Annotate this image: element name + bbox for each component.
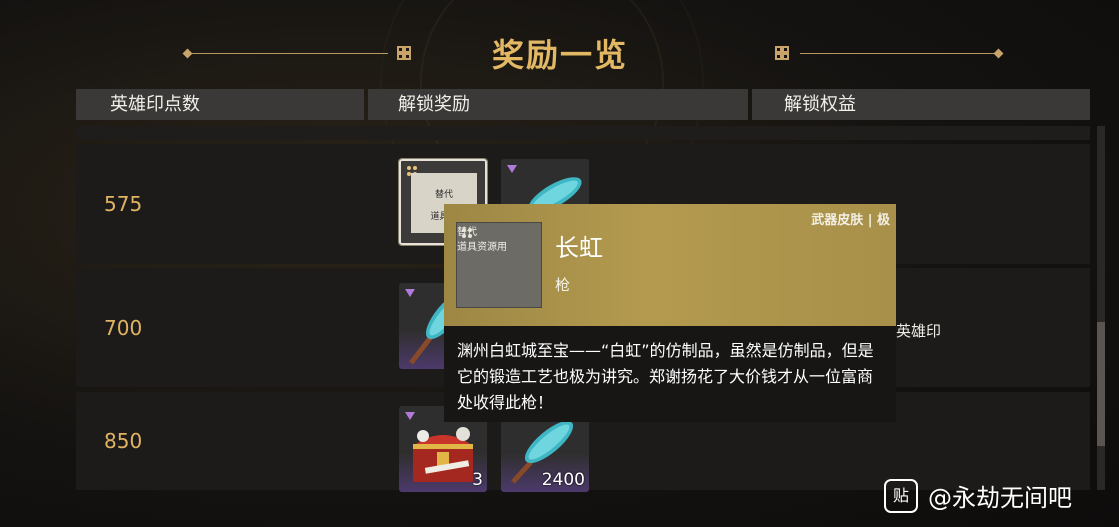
item-count: 2400 [541, 470, 585, 490]
row-benefit: 英雄印 [896, 322, 942, 340]
page-title: 奖励一览 [491, 36, 628, 74]
tooltip-header: 替代 道具资源用 长虹 枪 武器皮肤 | 极 [444, 204, 896, 326]
column-header-points: 英雄印点数 [76, 89, 364, 120]
tooltip-body: 渊州白虹城至宝——“白虹”的仿制品，虽然是仿制品，但是它的锻造工艺也极为讲究。郑… [444, 326, 896, 422]
watermark-text: @永劫无间吧 [928, 484, 1072, 512]
tooltip-icon-text: 道具资源用 [457, 242, 507, 253]
knot-ornament-icon [397, 46, 411, 60]
tooltip-item-type: 枪 [555, 276, 571, 294]
row-points: 575 [104, 192, 143, 216]
title-line-left [188, 53, 388, 54]
tieba-logo-icon: 贴 [884, 478, 918, 513]
knot-ornament-icon [775, 46, 789, 60]
column-header-benefits: 解锁权益 [752, 89, 1090, 120]
rarity-corner-icon [405, 412, 415, 420]
scrollbar-thumb[interactable] [1097, 322, 1105, 446]
rarity-corner-icon [462, 228, 472, 238]
treasure-chest-icon [413, 427, 473, 482]
table-row-partial [76, 126, 1090, 140]
tooltip-description: 渊州白虹城至宝——“白虹”的仿制品，虽然是仿制品，但是它的锻造工艺也极为讲究。郑… [457, 341, 874, 412]
title-line-right [800, 53, 998, 54]
title-line-dot-right [993, 48, 1004, 59]
row-points: 850 [104, 429, 143, 453]
tooltip-item-tag: 武器皮肤 | 极 [811, 213, 890, 228]
tooltip-item-icon: 替代 道具资源用 [456, 222, 542, 308]
watermark: 贴 @永劫无间吧 [884, 478, 1072, 513]
item-tooltip: 替代 道具资源用 长虹 枪 武器皮肤 | 极 渊州白虹城至宝——“白虹”的仿制品… [444, 204, 896, 422]
table-scrollbar[interactable] [1097, 126, 1105, 490]
column-header-rewards: 解锁奖励 [368, 89, 748, 120]
placeholder-text: 替代 [434, 190, 453, 200]
row-points: 700 [104, 315, 143, 340]
item-count: 3 [472, 470, 483, 490]
tooltip-item-name: 长虹 [555, 234, 603, 262]
title-line-dot-left [182, 48, 193, 59]
